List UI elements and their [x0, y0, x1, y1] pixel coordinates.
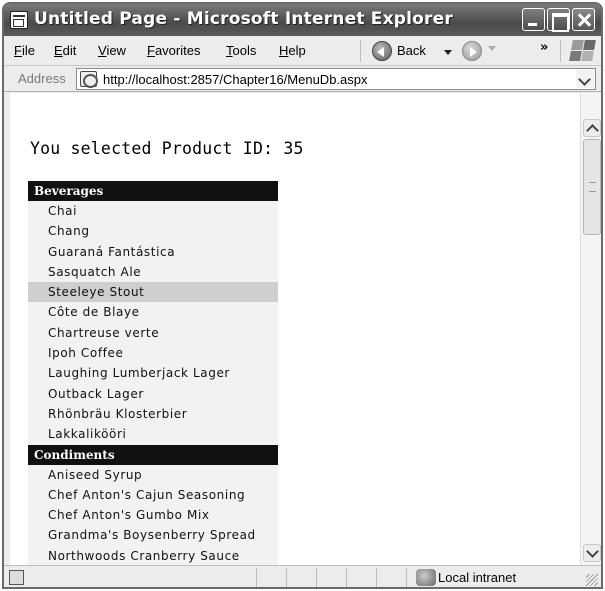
- menu-product-item[interactable]: Ipoh Coffee: [28, 343, 278, 364]
- menu-favorites[interactable]: Favorites: [147, 43, 200, 58]
- toolbar-separator: [360, 40, 361, 62]
- ie-page-icon: [10, 11, 28, 29]
- menu-product-item[interactable]: Aniseed Syrup: [28, 464, 278, 485]
- menu-category-header[interactable]: Condiments: [28, 444, 278, 465]
- menu-product-item[interactable]: Rhönbräu Klosterbier: [28, 403, 278, 425]
- ie-page-icon: [80, 71, 98, 88]
- minimize-button[interactable]: [522, 8, 545, 31]
- back-label: Back: [397, 43, 426, 58]
- menu-product-item[interactable]: Laughing Lumberjack Lager: [28, 363, 278, 384]
- close-button[interactable]: [572, 8, 595, 31]
- page-status-icon: [9, 570, 24, 585]
- menu-product-item[interactable]: Chang: [28, 221, 278, 242]
- title-bar: Untitled Page - Microsoft Internet Explo…: [4, 4, 601, 36]
- forward-dropdown-icon[interactable]: [488, 46, 496, 55]
- back-dropdown-icon[interactable]: [444, 50, 452, 59]
- menu-product-item[interactable]: Lakkalikööri: [28, 424, 278, 445]
- vertical-scrollbar[interactable]: [580, 93, 601, 565]
- menu-help[interactable]: Help: [279, 43, 306, 58]
- scroll-down-button[interactable]: [583, 544, 601, 562]
- back-arrow-icon: [372, 41, 392, 61]
- address-field[interactable]: http://localhost:2857/Chapter16/MenuDb.a…: [76, 68, 596, 90]
- product-menu: Beverages Chai Chang Guaraná Fantástica Sasq…: [28, 181, 278, 565]
- status-bar: Local intranet: [4, 565, 601, 587]
- security-zone-label: Local intranet: [438, 570, 517, 585]
- scroll-thumb[interactable]: [583, 139, 601, 235]
- menu-product-item[interactable]: Côte de Blaye: [28, 302, 278, 323]
- menu-product-item[interactable]: Northwoods Cranberry Sauce: [28, 545, 278, 565]
- browser-window: Untitled Page - Microsoft Internet Explo…: [2, 2, 603, 589]
- menu-category-header[interactable]: Beverages: [28, 181, 278, 201]
- menu-product-item[interactable]: Chef Anton's Cajun Seasoning: [28, 484, 278, 506]
- address-label: Address: [18, 71, 66, 86]
- address-url[interactable]: http://localhost:2857/Chapter16/MenuDb.a…: [103, 72, 368, 87]
- windows-logo-icon: [569, 39, 596, 63]
- back-button[interactable]: Back: [372, 40, 456, 62]
- menu-edit[interactable]: Edit: [54, 43, 76, 58]
- window-title: Untitled Page - Microsoft Internet Explo…: [34, 9, 453, 29]
- menu-tools[interactable]: Tools: [226, 43, 256, 58]
- menu-product-item[interactable]: Guaraná Fantástica: [28, 241, 278, 262]
- selected-product-message: You selected Product ID: 35: [30, 139, 304, 158]
- page-content: You selected Product ID: 35 Beverages Cha…: [10, 93, 580, 565]
- status-cell: [316, 568, 317, 587]
- resize-grip[interactable]: [586, 574, 598, 586]
- menu-product-item[interactable]: Chartreuse verte: [28, 322, 278, 344]
- status-cell: [376, 568, 377, 587]
- address-dropdown-icon[interactable]: [576, 70, 594, 88]
- status-cell: [346, 568, 347, 587]
- status-cell: [406, 568, 407, 587]
- menu-file[interactable]: File: [14, 43, 35, 58]
- toolbar-separator: [560, 40, 561, 62]
- intranet-zone-icon: [416, 569, 436, 586]
- status-cell: [256, 568, 257, 587]
- menu-product-item[interactable]: Chai: [28, 201, 278, 222]
- menu-product-item[interactable]: Steeleye Stout: [28, 282, 278, 303]
- scroll-up-button[interactable]: [583, 119, 601, 137]
- menu-product-item[interactable]: Outback Lager: [28, 383, 278, 404]
- toolbar-more-chevron[interactable]: »: [540, 40, 548, 55]
- address-bar: Address http://localhost:2857/Chapter16/…: [4, 66, 601, 92]
- menu-bar: File Edit View Favorites Tools Help Back…: [4, 36, 601, 66]
- menu-product-item[interactable]: Grandma's Boysenberry Spread: [28, 525, 278, 546]
- menu-product-item[interactable]: Chef Anton's Gumbo Mix: [28, 505, 278, 526]
- forward-button[interactable]: [462, 41, 482, 61]
- menu-product-item[interactable]: Sasquatch Ale: [28, 261, 278, 283]
- maximize-button[interactable]: [547, 8, 570, 32]
- status-cell: [286, 568, 287, 587]
- menu-view[interactable]: View: [98, 43, 126, 58]
